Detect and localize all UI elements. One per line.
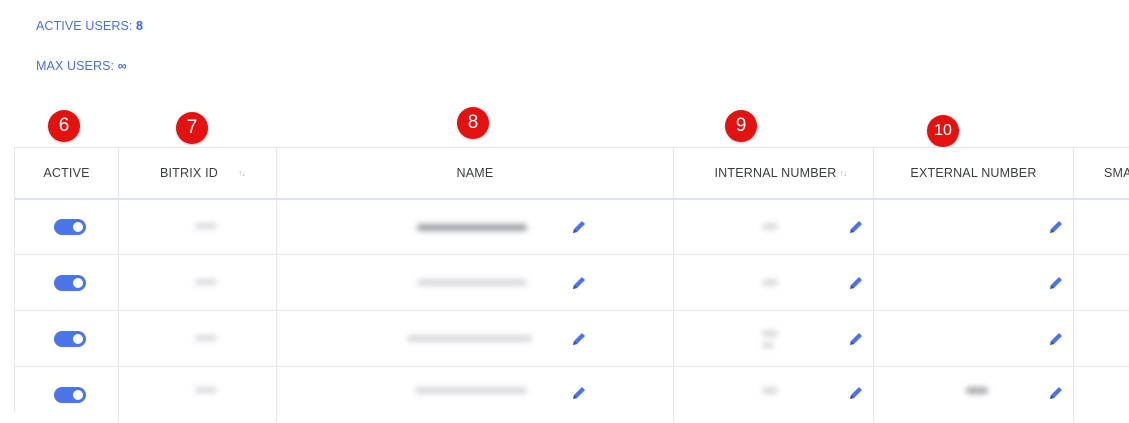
table-row [15,199,1129,255]
redacted-name [407,335,532,342]
internal-number-cell [674,311,874,366]
column-header-sma[interactable]: SMA [1074,148,1129,198]
bitrix-id-cell [119,255,277,310]
name-cell [277,199,674,254]
column-header-label: SMA [1104,166,1129,180]
column-header-external-number[interactable]: EXTERNAL NUMBER [874,148,1074,198]
redacted-name [417,224,527,231]
annotation-badge-8: 8 [457,107,489,139]
active-cell [15,311,119,366]
active-cell [15,199,119,254]
users-table: ACTIVE BITRIX ID ↑↓ NAME INTERNAL NUMBER… [14,147,1129,422]
internal-number-cell [674,255,874,310]
external-number-cell [874,311,1074,366]
redacted-number [762,387,778,394]
active-toggle[interactable] [54,387,86,403]
edit-pencil-icon[interactable] [848,331,864,347]
external-number-cell [874,255,1074,310]
annotation-badge-7: 7 [176,112,208,144]
active-users-value: 8 [136,19,144,33]
max-users-stat: MAX USERS: ∞ [36,59,127,73]
column-header-label: ACTIVE [43,166,90,180]
name-cell [277,367,674,422]
edit-pencil-icon[interactable] [1048,275,1064,291]
table-row [15,367,1129,423]
redacted-number [762,330,778,337]
external-number-cell [874,367,1074,422]
internal-number-cell [674,367,874,422]
column-header-bitrix-id[interactable]: BITRIX ID ↑↓ [119,148,277,198]
column-header-label: BITRIX ID [159,166,219,180]
annotation-badge-10: 10 [927,115,959,147]
max-users-label: MAX USERS: [36,59,115,73]
redacted-name [415,387,527,394]
redacted-id [195,223,217,229]
active-cell [15,255,119,310]
column-header-internal-number[interactable]: INTERNAL NUMBER ↑↓ [674,148,874,198]
active-users-label: ACTIVE USERS: [36,19,133,33]
redacted-id [195,387,217,393]
redacted-id [195,335,217,341]
edit-pencil-icon[interactable] [848,219,864,235]
edit-pencil-icon[interactable] [571,275,587,291]
active-toggle[interactable] [54,275,86,291]
sort-icon[interactable]: ↑↓ [238,168,246,178]
max-users-value: ∞ [117,59,127,73]
redacted-id [195,279,217,285]
annotation-badge-6: 6 [48,110,80,142]
active-toggle[interactable] [54,219,86,235]
redacted-name [417,279,527,286]
edit-pencil-icon[interactable] [571,219,587,235]
column-header-active[interactable]: ACTIVE [15,148,119,198]
redacted-number [762,342,774,348]
edit-pencil-icon[interactable] [1048,331,1064,347]
table-header: ACTIVE BITRIX ID ↑↓ NAME INTERNAL NUMBER… [15,147,1129,200]
column-header-label: INTERNAL NUMBER [714,166,837,180]
external-number-cell [874,199,1074,254]
redacted-number [762,279,778,286]
annotation-badge-9: 9 [725,110,757,142]
column-header-label: EXTERNAL NUMBER [910,166,1037,180]
active-cell [15,367,119,422]
sort-icon[interactable]: ↑↓ [840,168,848,178]
active-toggle[interactable] [54,331,86,347]
edit-pencil-icon[interactable] [848,385,864,401]
name-cell [277,311,674,366]
table-row [15,311,1129,367]
internal-number-cell [674,199,874,254]
bitrix-id-cell [119,367,277,422]
bitrix-id-cell [119,199,277,254]
edit-pencil-icon[interactable] [848,275,864,291]
redacted-number [966,387,988,394]
edit-pencil-icon[interactable] [571,331,587,347]
active-users-stat: ACTIVE USERS: 8 [36,19,143,33]
edit-pencil-icon[interactable] [571,385,587,401]
column-header-name[interactable]: NAME [277,148,674,198]
edit-pencil-icon[interactable] [1048,219,1064,235]
table-row [15,255,1129,311]
column-header-label: NAME [456,166,494,180]
name-cell [277,255,674,310]
edit-pencil-icon[interactable] [1048,385,1064,401]
redacted-number [762,223,778,230]
bitrix-id-cell [119,311,277,366]
